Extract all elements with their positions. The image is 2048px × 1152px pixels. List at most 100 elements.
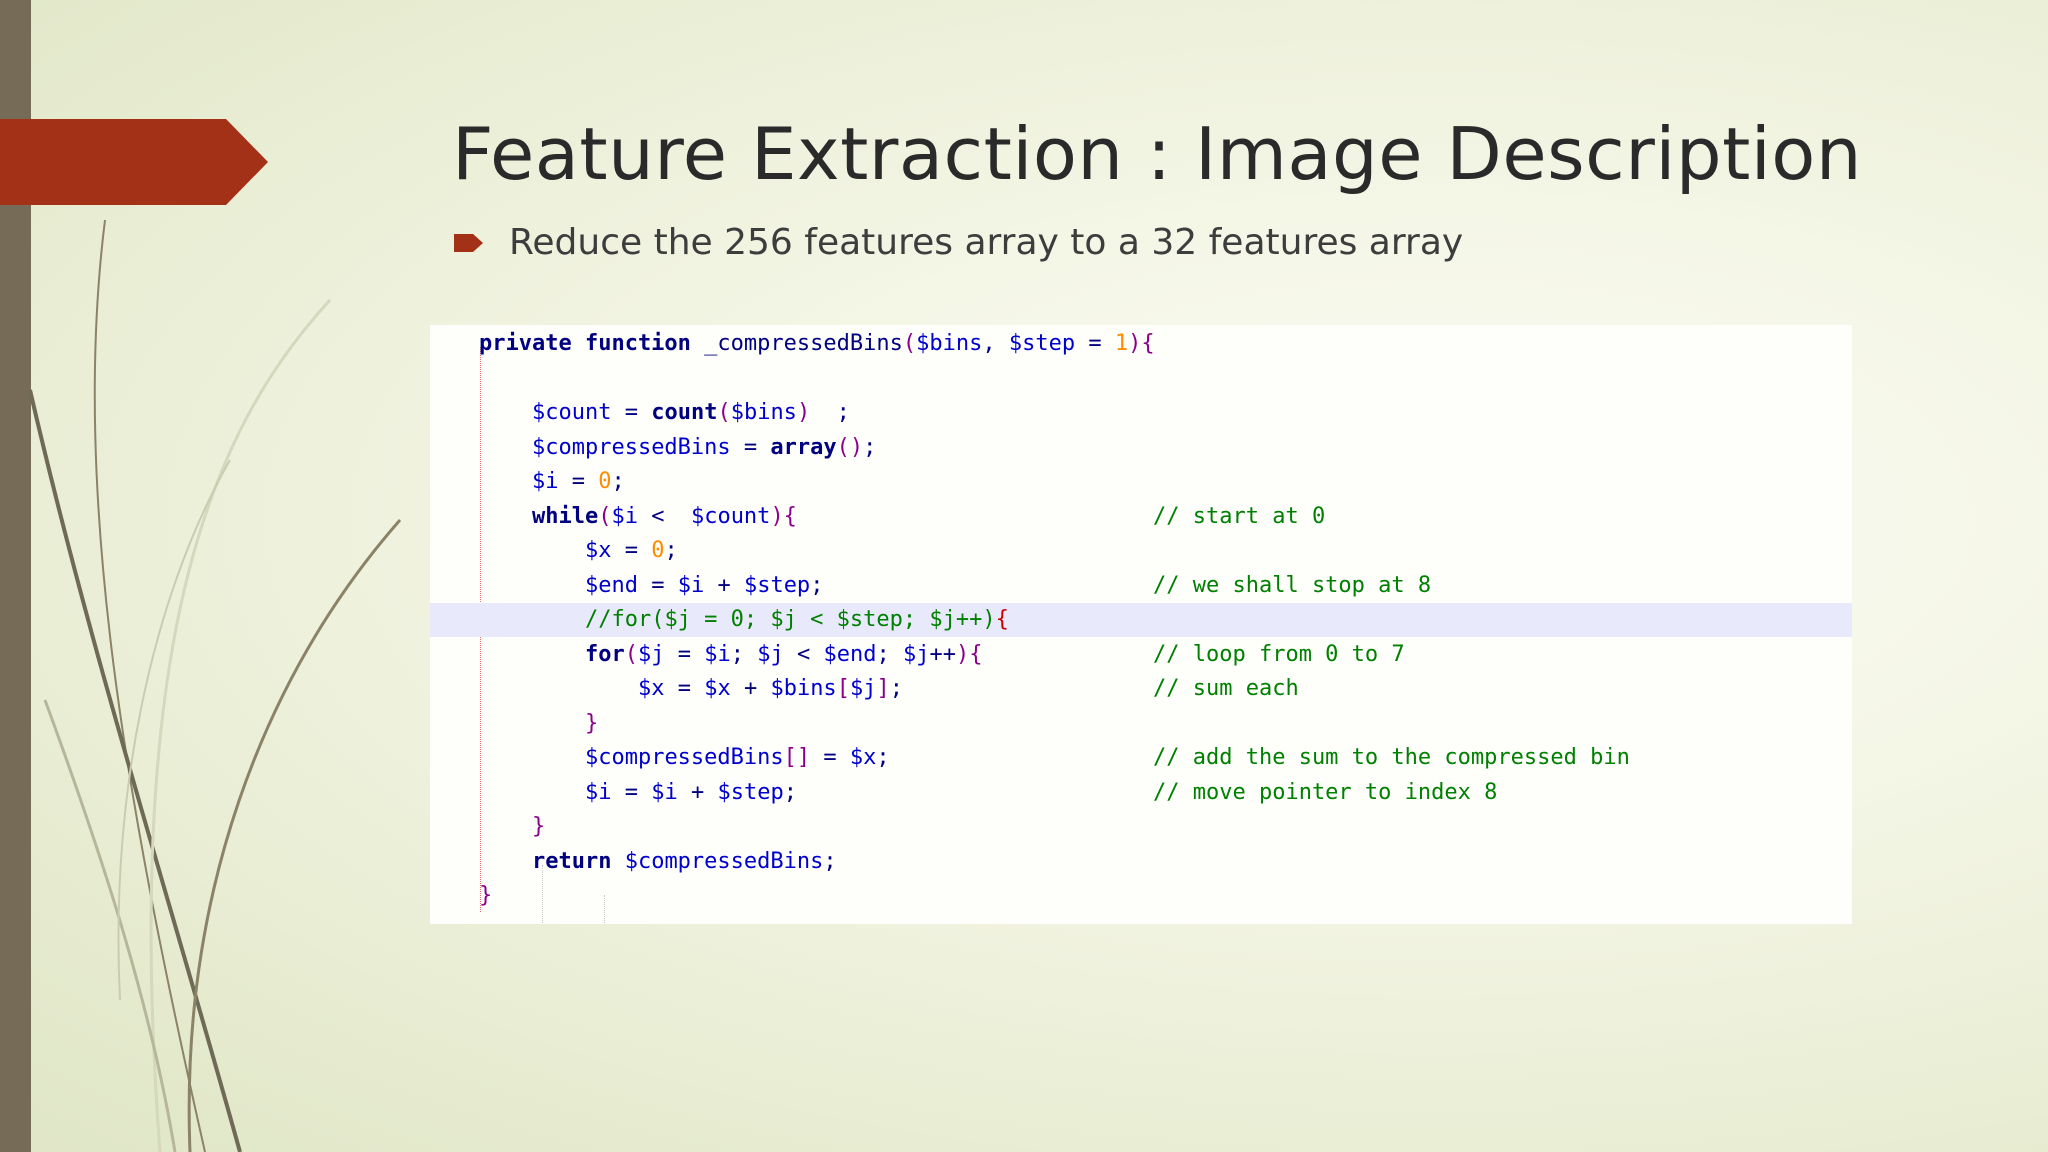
code-token: $end — [823, 641, 877, 667]
code-comment: // we shall stop at 8 — [1153, 572, 1432, 598]
code-token: $i — [704, 641, 731, 667]
code-token: private function — [479, 331, 705, 356]
code-token: ) — [796, 400, 824, 425]
code-comment: // sum each — [1153, 676, 1299, 701]
code-line: $x = 0; — [430, 534, 1852, 568]
code-line: while($i < $count){// start at 0 — [430, 500, 1852, 534]
code-token: ; — [889, 676, 903, 701]
code-token: , — [982, 331, 1009, 356]
code-text: $x = 0; — [479, 534, 678, 568]
code-token: return — [531, 848, 625, 874]
code-token: array — [770, 434, 837, 460]
code-token: ; — [863, 434, 877, 460]
code-token: $compressedBins — [531, 434, 731, 460]
code-token: $j — [757, 641, 784, 667]
code-text: $end = $i + $step; — [479, 569, 823, 603]
code-token: $x — [704, 676, 731, 701]
code-token: ; — [823, 400, 850, 425]
code-line: $i = $i + $step; // move pointer to index… — [430, 776, 1852, 810]
code-line: private function _compressedBins($bins, … — [430, 327, 1852, 361]
code-token: ; — [664, 538, 678, 563]
code-token: [ — [836, 676, 850, 701]
code-line: } — [430, 879, 1852, 913]
code-token: $j — [637, 641, 665, 667]
code-token: ){ — [770, 503, 797, 529]
code-token: ; — [611, 469, 625, 494]
code-token: = — [558, 469, 599, 494]
code-text: private function _compressedBins($bins, … — [479, 327, 1155, 361]
code-token: () — [836, 434, 864, 460]
code-token: $count — [531, 400, 612, 425]
code-token: ++ — [929, 641, 956, 667]
code-token: 0 — [598, 469, 612, 494]
code-token: $step — [743, 572, 811, 598]
code-token: $step — [1008, 331, 1076, 356]
code-line: for($j = $i; $j < $end; $j++){// loop fr… — [430, 638, 1852, 672]
code-line: } — [430, 810, 1852, 844]
code-token: < — [783, 641, 824, 667]
code-token: $i — [651, 779, 678, 805]
code-token: = — [637, 572, 678, 598]
code-token: + — [704, 572, 744, 598]
slide-title: Feature Extraction : Image Description — [452, 112, 1862, 196]
code-text: } — [479, 879, 492, 913]
code-line: $x = $x + $bins[$j]; // sum each — [430, 672, 1852, 706]
code-token: = — [611, 538, 652, 563]
code-token: $compressedBins — [584, 745, 784, 770]
code-token: $i — [611, 503, 638, 529]
code-token: count — [651, 400, 718, 425]
code-line: $compressedBins = array(); — [430, 431, 1852, 465]
bullet-text: Reduce the 256 features array to a 32 fe… — [509, 222, 1464, 263]
code-token: ( — [624, 641, 638, 667]
code-token: [] — [783, 745, 811, 770]
code-token: ){ — [1128, 331, 1155, 356]
code-token: ){ — [955, 641, 983, 667]
code-token: + — [730, 676, 771, 701]
code-text: $i = 0; — [479, 465, 625, 499]
code-token: } — [584, 710, 599, 736]
code-token: ( — [902, 331, 917, 356]
code-text: $compressedBins = array(); — [479, 431, 876, 465]
code-token: ; — [783, 779, 797, 805]
code-token: $i — [677, 572, 705, 598]
code-token: $i — [584, 779, 612, 805]
code-token: = — [611, 400, 652, 425]
code-token: = — [730, 434, 771, 460]
code-token: $end — [584, 572, 638, 598]
code-text: return $compressedBins; — [479, 845, 837, 879]
accent-arrow-shape — [0, 119, 268, 205]
code-token: for — [584, 641, 625, 667]
code-text: } — [479, 810, 545, 844]
code-text: for($j = $i; $j < $end; $j++){ — [479, 638, 982, 672]
code-token: $count — [690, 503, 771, 529]
code-screenshot: private function _compressedBins($bins, … — [430, 325, 1852, 924]
code-text: $i = $i + $step; — [479, 776, 797, 810]
arrow-bullet-icon — [454, 234, 483, 252]
code-text: $count = count($bins) ; — [479, 396, 850, 430]
code-token: $bins — [730, 400, 797, 425]
code-text: } — [479, 707, 598, 741]
code-token: } — [531, 814, 546, 839]
code-token: $x — [849, 745, 877, 770]
code-token: $bins — [916, 331, 983, 356]
code-token: ; — [823, 848, 837, 874]
code-token: ; — [876, 641, 903, 667]
code-token: + — [677, 779, 718, 805]
code-token: _compressedBins — [704, 331, 903, 356]
code-token: < — [637, 503, 691, 529]
code-line: $compressedBins[] = $x; // add the sum to… — [430, 741, 1852, 775]
code-comment: // move pointer to index 8 — [1153, 779, 1498, 805]
code-token: } — [479, 883, 493, 908]
code-token: = — [664, 641, 705, 667]
